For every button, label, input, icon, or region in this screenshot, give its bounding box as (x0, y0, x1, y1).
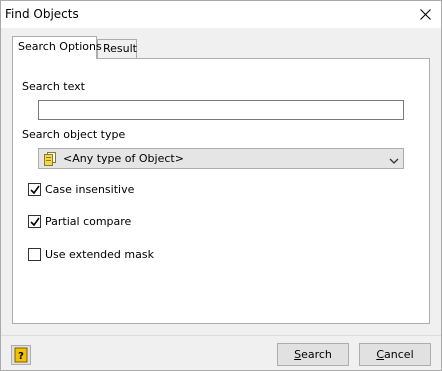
object-type-select[interactable]: <Any type of Object> (38, 148, 404, 169)
help-icon: ? (14, 347, 28, 363)
tab-strip: Search Options Result (1, 28, 441, 59)
help-button[interactable]: ? (11, 345, 31, 365)
search-button-label: earch (301, 348, 332, 361)
checkmark-icon (30, 217, 40, 227)
title-bar: Find Objects (1, 1, 441, 28)
case-insensitive-label[interactable]: Case insensitive (45, 183, 134, 196)
find-objects-dialog: Find Objects Search Options Result Searc… (0, 0, 442, 371)
extended-mask-label[interactable]: Use extended mask (45, 248, 154, 261)
close-button[interactable] (409, 1, 441, 28)
search-text-input[interactable] (38, 100, 404, 120)
cancel-button-label: ancel (384, 348, 414, 361)
tab-result[interactable]: Result (97, 39, 137, 59)
partial-compare-label[interactable]: Partial compare (45, 215, 131, 228)
partial-compare-checkbox[interactable] (28, 215, 41, 228)
search-button[interactable]: Search (277, 343, 349, 366)
extended-mask-checkbox[interactable] (28, 248, 41, 261)
window-title: Find Objects (5, 7, 79, 21)
close-icon (419, 9, 431, 20)
svg-text:?: ? (18, 351, 24, 362)
cancel-button-mnemonic: C (376, 348, 385, 361)
object-type-value: <Any type of Object> (63, 152, 184, 165)
cancel-button[interactable]: Cancel (359, 343, 431, 366)
search-text-label: Search text (22, 80, 85, 93)
case-insensitive-checkbox[interactable] (28, 183, 41, 196)
object-type-label: Search object type (22, 128, 126, 141)
object-type-icon (44, 152, 57, 169)
chevron-down-icon[interactable] (389, 155, 399, 168)
search-options-panel: Search text Search object type <Any type… (12, 58, 430, 324)
tab-search-options[interactable]: Search Options (12, 36, 102, 59)
checkmark-icon (30, 185, 40, 195)
